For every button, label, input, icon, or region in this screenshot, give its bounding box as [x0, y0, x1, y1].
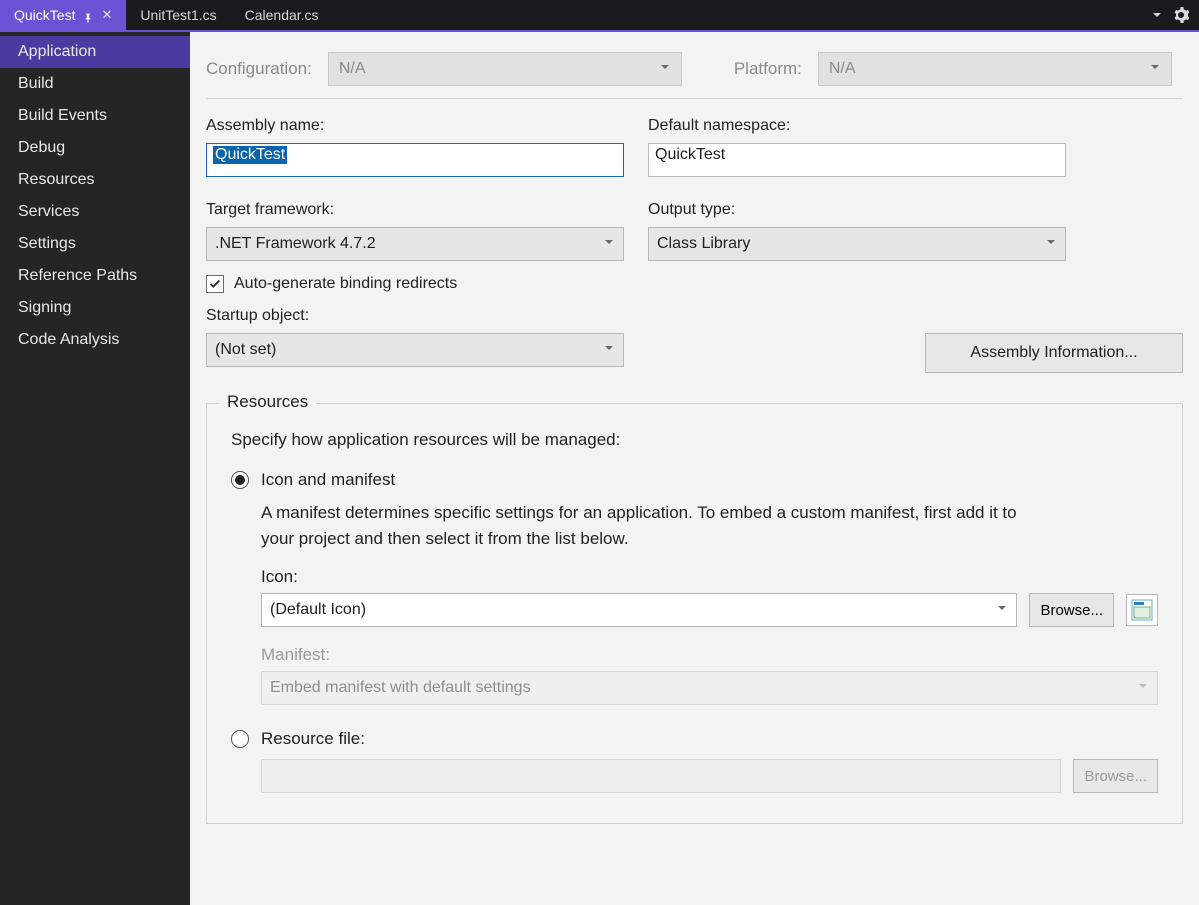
chevron-down-icon [1045, 235, 1057, 253]
platform-select: N/A [818, 52, 1172, 86]
tab-label: Calendar.cs [245, 7, 319, 23]
tab-quicktest[interactable]: QuickTest ✕ [0, 0, 126, 30]
chevron-down-icon [603, 235, 615, 253]
icon-value: (Default Icon) [270, 601, 366, 619]
assembly-information-button[interactable]: Assembly Information... [925, 333, 1183, 373]
auto-generate-checkbox[interactable] [206, 275, 224, 293]
configuration-label: Configuration: [206, 59, 312, 79]
tab-calendar[interactable]: Calendar.cs [231, 0, 333, 30]
chevron-down-icon [996, 601, 1008, 619]
target-framework-value: .NET Framework 4.7.2 [215, 235, 376, 253]
gear-icon[interactable] [1169, 0, 1199, 30]
tab-bar: QuickTest ✕ UnitTest1.cs Calendar.cs [0, 0, 1199, 32]
default-namespace-label: Default namespace: [648, 117, 1066, 135]
icon-manifest-label: Icon and manifest [261, 470, 395, 490]
content-pane: Configuration: N/A Platform: N/A Assembl… [190, 32, 1199, 905]
startup-object-select[interactable]: (Not set) [206, 333, 624, 367]
chevron-down-icon [1137, 679, 1149, 697]
output-type-select[interactable]: Class Library [648, 227, 1066, 261]
assembly-name-value: QuickTest [213, 146, 287, 164]
properties-sidebar: Application Build Build Events Debug Res… [0, 32, 190, 905]
chevron-down-icon [659, 60, 671, 78]
resources-description: Specify how application resources will b… [231, 430, 1158, 450]
sidebar-item-build-events[interactable]: Build Events [0, 100, 190, 132]
chevron-down-icon [603, 341, 615, 359]
icon-label: Icon: [261, 567, 1158, 587]
sidebar-item-build[interactable]: Build [0, 68, 190, 100]
icon-manifest-radio[interactable] [231, 471, 249, 489]
assembly-name-label: Assembly name: [206, 117, 624, 135]
resource-file-browse-button: Browse... [1073, 759, 1158, 793]
sidebar-item-application[interactable]: Application [0, 36, 190, 68]
chevron-down-icon [1149, 60, 1161, 78]
sidebar-item-settings[interactable]: Settings [0, 228, 190, 260]
default-namespace-value: QuickTest [655, 146, 725, 163]
tab-overflow-icon[interactable] [1145, 0, 1169, 30]
icon-select[interactable]: (Default Icon) [261, 593, 1017, 627]
manifest-label: Manifest: [261, 645, 1158, 665]
pin-icon[interactable] [83, 10, 93, 20]
tab-label: UnitTest1.cs [140, 7, 216, 23]
output-type-label: Output type: [648, 201, 1066, 219]
resource-file-label: Resource file: [261, 729, 365, 749]
default-namespace-input[interactable]: QuickTest [648, 143, 1066, 177]
close-icon[interactable]: ✕ [101, 7, 112, 23]
target-framework-label: Target framework: [206, 201, 624, 219]
resources-fieldset: Resources Specify how application resour… [206, 403, 1183, 824]
tab-label: QuickTest [14, 7, 75, 23]
sidebar-item-reference-paths[interactable]: Reference Paths [0, 260, 190, 292]
icon-preview [1126, 594, 1158, 626]
platform-value: N/A [829, 60, 856, 78]
auto-generate-label: Auto-generate binding redirects [234, 275, 457, 293]
configuration-select: N/A [328, 52, 682, 86]
resources-legend: Resources [219, 392, 316, 412]
sidebar-item-resources[interactable]: Resources [0, 164, 190, 196]
sidebar-item-code-analysis[interactable]: Code Analysis [0, 324, 190, 356]
platform-label: Platform: [734, 59, 802, 79]
tab-unittest1[interactable]: UnitTest1.cs [126, 0, 230, 30]
configuration-value: N/A [339, 60, 366, 78]
resource-file-input [261, 759, 1061, 793]
target-framework-select[interactable]: .NET Framework 4.7.2 [206, 227, 624, 261]
output-type-value: Class Library [657, 235, 750, 253]
icon-manifest-description: A manifest determines specific settings … [261, 500, 1041, 551]
startup-object-value: (Not set) [215, 341, 276, 359]
resource-file-radio[interactable] [231, 730, 249, 748]
sidebar-item-services[interactable]: Services [0, 196, 190, 228]
manifest-value: Embed manifest with default settings [270, 679, 531, 697]
icon-browse-button[interactable]: Browse... [1029, 593, 1114, 627]
assembly-name-input[interactable]: QuickTest [206, 143, 624, 177]
sidebar-item-signing[interactable]: Signing [0, 292, 190, 324]
startup-object-label: Startup object: [206, 307, 624, 325]
manifest-select: Embed manifest with default settings [261, 671, 1158, 705]
sidebar-item-debug[interactable]: Debug [0, 132, 190, 164]
